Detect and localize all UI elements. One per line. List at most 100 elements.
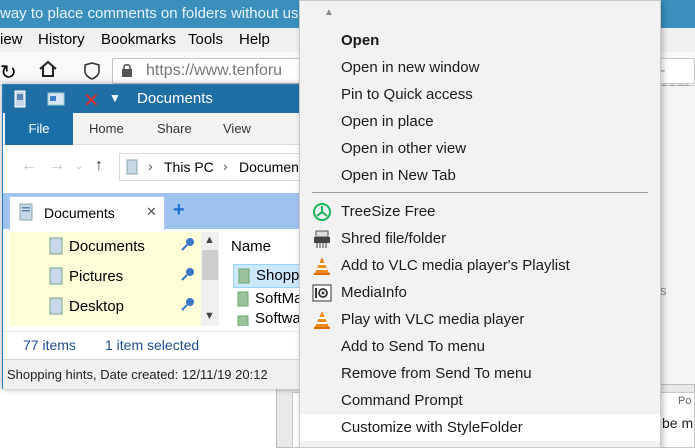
new-tab-icon[interactable]: + <box>173 199 185 222</box>
menu-item-open-other-view[interactable]: Open in other view <box>300 135 660 162</box>
back-arrow-icon[interactable]: ← <box>21 157 37 175</box>
context-menu: ▲ Open Open in new window Pin to Quick a… <box>299 0 661 448</box>
folder-icon <box>237 291 249 311</box>
status-bar: 77 items 1 item selected <box>3 331 303 357</box>
menu-item-label: Open in place <box>341 113 434 130</box>
url-text: https://www.tenforu <box>146 62 283 79</box>
menu-item-open[interactable]: Open <box>300 27 660 54</box>
menu-item-remove-send-to[interactable]: Remove from Send To menu <box>300 360 660 387</box>
tab-file[interactable]: File <box>5 113 73 145</box>
shield-icon[interactable] <box>84 62 100 83</box>
home-icon[interactable] <box>38 60 58 81</box>
menu-item-shred[interactable]: Shred file/folder <box>300 225 660 252</box>
close-tab-icon[interactable]: ✕ <box>146 204 157 220</box>
desktop-icon <box>49 297 63 318</box>
pin-icon[interactable] <box>181 237 195 254</box>
menu-item-treesize[interactable]: TreeSize Free <box>300 198 660 225</box>
breadcrumb-this-pc[interactable]: This PC <box>164 159 214 175</box>
shredder-icon <box>312 229 332 249</box>
tab-home[interactable]: Home <box>89 121 124 136</box>
file-list-pane: Name Shoppi SoftMa Softwa <box>219 232 313 326</box>
selected-item-details: Shopping hints, Date created: 12/11/19 2… <box>7 367 268 382</box>
menu-item-label: Command Prompt <box>341 392 463 409</box>
nav-item-label: Documents <box>69 238 145 255</box>
scroll-thumb[interactable] <box>202 250 218 280</box>
explorer-tab-strip: Documents ✕ + <box>3 193 303 230</box>
menu-item-add-send-to[interactable]: Add to Send To menu <box>300 333 660 360</box>
background-text-fragment: Po <box>678 395 692 407</box>
quick-access-toolbar-dropdown-icon[interactable]: ▼ <box>109 91 121 105</box>
menu-help[interactable]: Help <box>239 31 270 48</box>
menu-item-label: MediaInfo <box>341 284 407 301</box>
folder-icon <box>238 268 250 288</box>
nav-pane-scrollbar[interactable]: ▲ ▼ <box>201 232 219 326</box>
documents-icon <box>49 237 63 258</box>
menu-item-mediainfo[interactable]: MediaInfo <box>300 279 660 306</box>
menu-item-command-prompt[interactable]: Command Prompt <box>300 387 660 414</box>
mediainfo-icon <box>312 283 332 303</box>
tab-share[interactable]: Share <box>157 121 192 136</box>
nav-item-label: Desktop <box>69 298 125 315</box>
menu-item-label: Add to Send To menu <box>341 338 485 355</box>
menu-item-vlc-play[interactable]: Play with VLC media player <box>300 306 660 333</box>
breadcrumb-separator: › <box>148 158 153 174</box>
details-status-bar: Shopping hints, Date created: 12/11/19 2… <box>3 359 303 389</box>
menu-item-open-in-place[interactable]: Open in place <box>300 108 660 135</box>
menu-item-label: Play with VLC media player <box>341 311 525 328</box>
menu-item-customize-stylefolder[interactable]: Customize with StyleFolder <box>300 414 660 441</box>
up-arrow-icon[interactable]: ↑ <box>95 157 103 175</box>
pin-icon[interactable] <box>181 297 195 314</box>
file-name: Softwa <box>255 312 301 326</box>
nav-item-pictures[interactable]: Pictures <box>9 262 219 292</box>
item-count: 77 items <box>23 337 76 353</box>
breadcrumb-separator: › <box>223 158 228 174</box>
menu-separator <box>312 192 648 193</box>
menu-item-label: TreeSize Free <box>341 203 436 220</box>
treesize-icon <box>312 202 332 222</box>
folder-icon <box>13 90 27 111</box>
properties-icon[interactable] <box>47 92 65 109</box>
column-header-name[interactable]: Name <box>231 238 271 255</box>
menu-tools[interactable]: Tools <box>188 31 223 48</box>
scroll-up-icon[interactable]: ▲ <box>324 7 334 18</box>
menu-item-label: Open in New Tab <box>341 167 456 184</box>
address-field[interactable]: › This PC › Documen <box>119 153 309 181</box>
scroll-up-icon[interactable]: ▲ <box>204 234 215 246</box>
pictures-icon <box>49 267 63 288</box>
computer-icon <box>126 159 138 178</box>
menu-item-vlc-playlist[interactable]: Add to VLC media player's Playlist <box>300 252 660 279</box>
vlc-icon <box>312 310 332 330</box>
menu-item-open-new-window[interactable]: Open in new window <box>300 54 660 81</box>
menu-item-label: Open <box>341 32 380 49</box>
browser-title: way to place comments on folders without… <box>0 5 299 22</box>
menu-item-pin-quick-access[interactable]: Pin to Quick access <box>300 81 660 108</box>
selection-count: 1 item selected <box>105 337 200 353</box>
menu-item-label: Remove from Send To menu <box>341 365 532 382</box>
explorer-title: Documents <box>137 90 213 107</box>
forward-arrow-icon[interactable]: → <box>49 157 65 175</box>
tab-view[interactable]: View <box>223 121 251 136</box>
vlc-icon <box>312 256 332 276</box>
documents-folder-icon <box>18 203 34 224</box>
menu-bookmarks[interactable]: Bookmarks <box>101 31 176 48</box>
file-explorer-window: ✕ ▼ Documents File Home Share View ← → ⌄… <box>2 84 313 389</box>
nav-item-documents[interactable]: Documents <box>9 232 219 262</box>
reload-icon[interactable]: ↻ <box>0 60 17 85</box>
nav-item-desktop[interactable]: Desktop <box>9 292 219 322</box>
menu-item-open-new-tab[interactable]: Open in New Tab <box>300 162 660 189</box>
scroll-down-icon[interactable]: ▼ <box>204 310 215 322</box>
menu-item-label: Customize with StyleFolder <box>341 419 523 436</box>
delete-icon[interactable]: ✕ <box>83 88 100 113</box>
breadcrumb-documents[interactable]: Documen <box>239 159 299 175</box>
lock-icon <box>121 63 133 81</box>
file-name: Shoppi <box>256 267 303 284</box>
menu-item-label: Pin to Quick access <box>341 86 473 103</box>
nav-item-label: Pictures <box>69 268 124 285</box>
menu-view[interactable]: iew <box>0 31 23 48</box>
pin-icon[interactable] <box>181 267 195 284</box>
tab-documents-label: Documents <box>44 205 115 221</box>
menu-history[interactable]: History <box>38 31 85 48</box>
tab-documents[interactable]: Documents ✕ <box>9 196 165 230</box>
navigation-pane: Documents Pictures Desktop <box>9 232 219 326</box>
recent-locations-chevron-icon[interactable]: ⌄ <box>75 161 83 172</box>
